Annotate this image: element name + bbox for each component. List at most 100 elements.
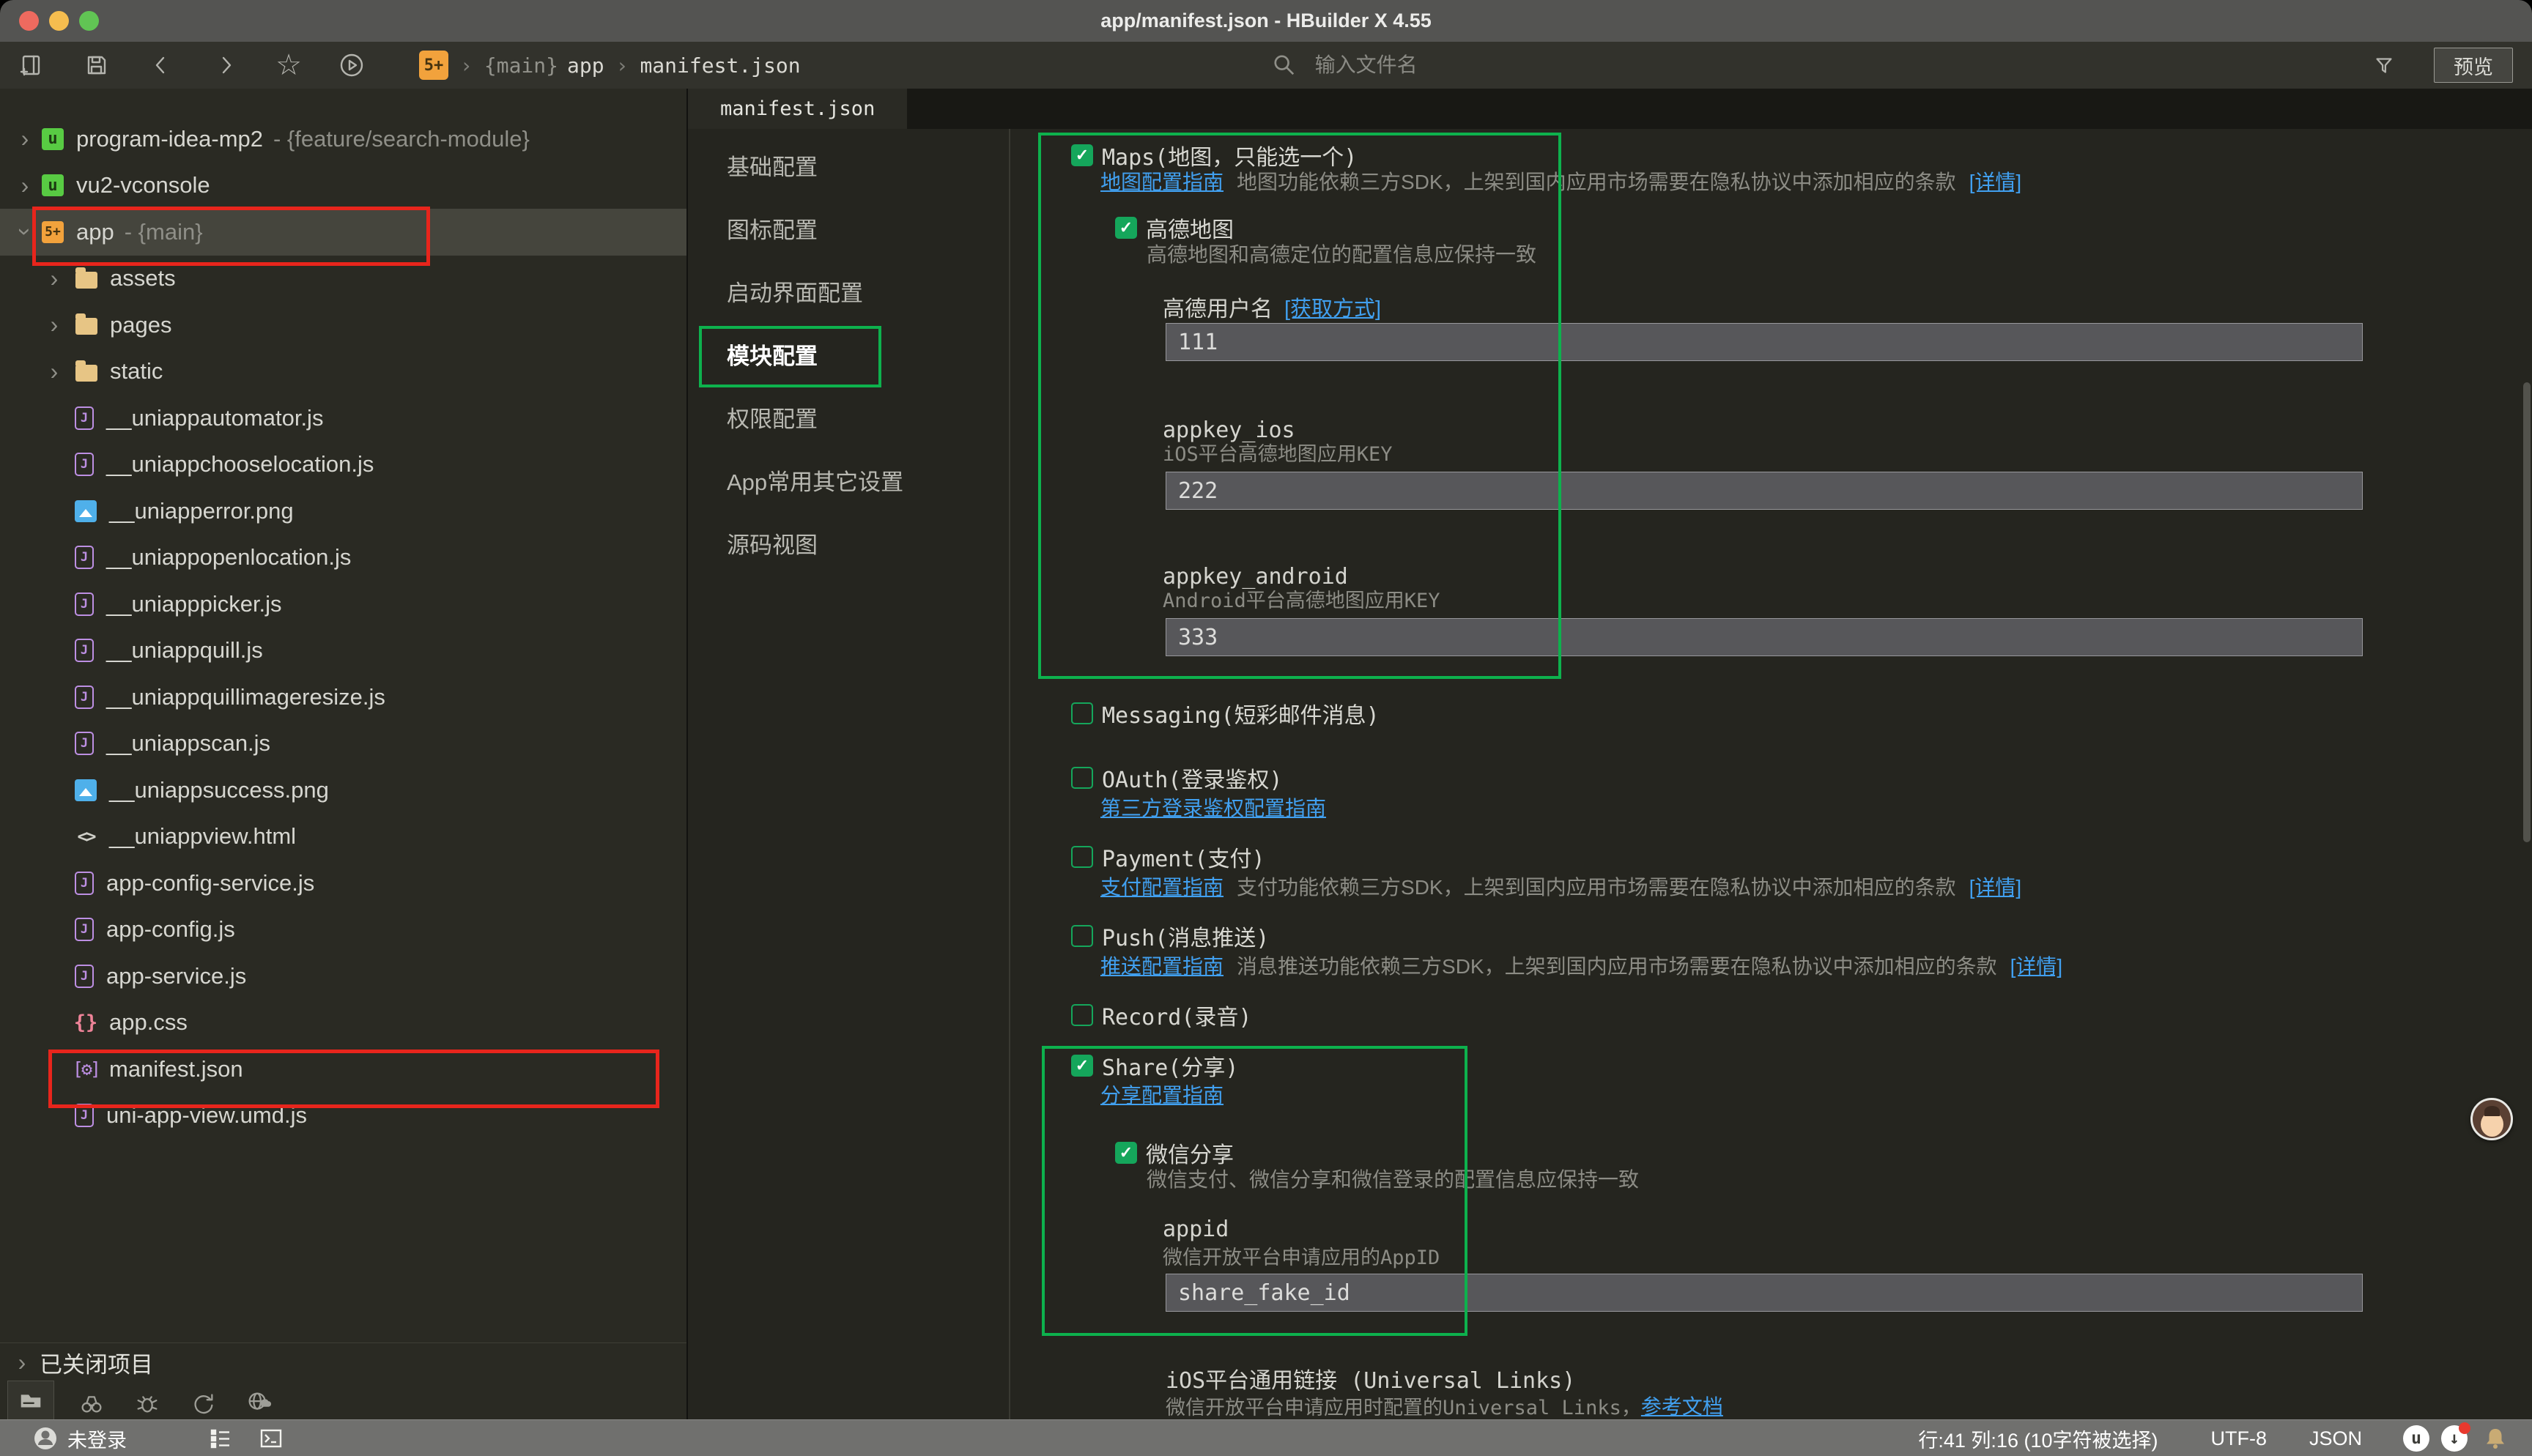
debug-panel-icon[interactable] <box>125 1386 170 1419</box>
expand-arrow-icon[interactable] <box>13 172 37 199</box>
share-guide-link[interactable]: 分享配置指南 <box>1100 1080 1224 1109</box>
tree-row-project-app[interactable]: app - {main} <box>0 209 686 256</box>
push-checkbox[interactable] <box>1071 925 1093 947</box>
minimize-window-button[interactable] <box>49 11 69 31</box>
search-input[interactable] <box>1314 53 2122 78</box>
wechat-share-checkbox[interactable] <box>1115 1142 1137 1164</box>
search-panel-icon[interactable] <box>69 1386 114 1419</box>
breadcrumb-branch[interactable]: {main} <box>484 53 558 78</box>
payment-checkbox[interactable] <box>1071 846 1093 868</box>
forward-icon[interactable] <box>202 46 249 84</box>
editor-scrollbar[interactable] <box>2523 382 2531 842</box>
nav-splash-config[interactable]: 启动界面配置 <box>688 259 1009 322</box>
universal-links-label-row: iOS平台通用链接 (Universal Links) <box>1166 1365 1575 1392</box>
gaode-username-howto-link[interactable]: [获取方式] <box>1284 291 1381 322</box>
editor-tab-bar: manifest.json <box>688 89 2532 129</box>
universal-links-doc-link[interactable]: 参考文档 <box>1641 1391 1723 1420</box>
cursor-position[interactable]: 行:41 列:16 (10字符被选择) <box>1918 1425 2158 1453</box>
tree-label: __uniappautomator.js <box>106 405 323 431</box>
back-icon[interactable] <box>138 46 185 84</box>
tree-row-file-manifest[interactable]: manifest.json <box>0 1046 686 1093</box>
tree-row-file[interactable]: __uniappopenlocation.js <box>0 535 686 582</box>
push-detail-link[interactable]: [详情] <box>2010 951 2063 980</box>
collapse-arrow-icon[interactable] <box>13 218 37 245</box>
terminal-icon[interactable] <box>257 1425 285 1452</box>
messaging-checkbox[interactable] <box>1071 702 1093 724</box>
payment-detail-link[interactable]: [详情] <box>1969 872 2022 901</box>
nav-basic-config[interactable]: 基础配置 <box>688 133 1009 196</box>
tree-row-file[interactable]: __uniappview.html <box>0 814 686 861</box>
new-project-icon[interactable] <box>7 46 54 84</box>
share-checkbox[interactable] <box>1071 1055 1093 1077</box>
tree-row-file[interactable]: __uniappchooselocation.js <box>0 442 686 489</box>
tree-row-file[interactable]: __uniappsuccess.png <box>0 767 686 814</box>
tree-row-folder[interactable]: pages <box>0 302 686 349</box>
maps-detail-link[interactable]: [详情] <box>1969 166 2022 196</box>
tree-row-file[interactable]: __uniappscan.js <box>0 721 686 768</box>
tree-label: __uniappsuccess.png <box>109 777 329 803</box>
nav-app-other-settings[interactable]: App常用其它设置 <box>688 448 1009 511</box>
notification-bell-icon[interactable] <box>2482 1425 2509 1452</box>
task-list-icon[interactable] <box>207 1425 234 1452</box>
maps-guide-link[interactable]: 地图配置指南 <box>1100 166 1224 196</box>
gaode-map-checkbox[interactable] <box>1115 217 1137 239</box>
push-guide-link[interactable]: 推送配置指南 <box>1100 951 1224 980</box>
record-checkbox[interactable] <box>1071 1004 1093 1026</box>
js-file-icon <box>75 1104 94 1127</box>
expand-arrow-icon[interactable] <box>42 358 66 385</box>
bookmark-star-icon[interactable]: ☆ <box>265 46 312 84</box>
breadcrumb-file[interactable]: manifest.json <box>640 53 800 78</box>
cloud-panel-icon[interactable] <box>236 1386 281 1419</box>
nav-module-config[interactable]: 模块配置 <box>688 322 1009 385</box>
sync-panel-icon[interactable] <box>180 1386 226 1419</box>
tree-row-file[interactable]: app-config.js <box>0 907 686 954</box>
login-status[interactable]: 未登录 <box>32 1425 127 1453</box>
assistant-avatar[interactable] <box>2470 1098 2513 1140</box>
tree-row-folder[interactable]: static <box>0 349 686 395</box>
tree-row-project[interactable]: vu2-vconsole <box>0 163 686 209</box>
tree-row-file[interactable]: app-config-service.js <box>0 860 686 907</box>
expand-arrow-icon[interactable] <box>42 311 66 338</box>
tree-row-project[interactable]: program-idea-mp2 - {feature/search-modul… <box>0 116 686 163</box>
appid-input[interactable] <box>1166 1274 2363 1312</box>
breadcrumb-project[interactable]: app <box>567 53 604 78</box>
nav-permission-config[interactable]: 权限配置 <box>688 385 1009 448</box>
closed-projects-row[interactable]: 已关闭项目 <box>0 1342 686 1381</box>
expand-arrow-icon[interactable] <box>42 265 66 292</box>
tree-row-file[interactable]: __uniappquill.js <box>0 628 686 675</box>
tree-row-file[interactable]: __uniappautomator.js <box>0 395 686 442</box>
zoom-window-button[interactable] <box>79 11 99 31</box>
login-label: 未登录 <box>67 1425 127 1453</box>
encoding-indicator[interactable]: UTF-8 <box>2210 1427 2267 1450</box>
tree-row-folder[interactable]: assets <box>0 256 686 302</box>
tree-row-file[interactable]: __uniapppicker.js <box>0 581 686 628</box>
nav-source-view[interactable]: 源码视图 <box>688 511 1009 574</box>
tree-row-file[interactable]: __uniapperror.png <box>0 488 686 535</box>
preview-button[interactable]: 预览 <box>2434 48 2513 83</box>
appkey-android-input[interactable] <box>1166 618 2363 656</box>
appkey-ios-input[interactable] <box>1166 472 2363 510</box>
expand-arrow-icon[interactable] <box>13 125 37 152</box>
update-download-icon[interactable]: ↓ <box>2441 1425 2468 1452</box>
breadcrumb-separator: › <box>616 53 629 78</box>
uni-feedback-icon[interactable]: u <box>2403 1425 2429 1452</box>
tree-row-file[interactable]: uni-app-view.umd.js <box>0 1093 686 1140</box>
tree-row-file[interactable]: app-service.js <box>0 953 686 1000</box>
maps-checkbox[interactable] <box>1071 144 1093 166</box>
run-icon[interactable] <box>328 46 375 84</box>
tab-manifest-json[interactable]: manifest.json <box>688 89 907 129</box>
oauth-guide-link[interactable]: 第三方登录鉴权配置指南 <box>1100 792 1326 822</box>
payment-guide-link[interactable]: 支付配置指南 <box>1100 872 1224 901</box>
oauth-checkbox[interactable] <box>1071 767 1093 789</box>
files-panel-icon[interactable] <box>7 1381 54 1419</box>
gaode-username-input[interactable] <box>1166 323 2363 361</box>
project-explorer: program-idea-mp2 - {feature/search-modul… <box>0 89 688 1419</box>
tree-row-file[interactable]: app.css <box>0 1000 686 1047</box>
tree-row-file[interactable]: __uniappquillimageresize.js <box>0 674 686 721</box>
nav-icon-config[interactable]: 图标配置 <box>688 196 1009 259</box>
expand-arrow-icon[interactable] <box>10 1349 34 1376</box>
language-mode[interactable]: JSON <box>2309 1427 2362 1450</box>
close-window-button[interactable] <box>19 11 39 31</box>
filter-funnel-icon[interactable] <box>2361 46 2407 84</box>
save-icon[interactable] <box>73 46 120 84</box>
